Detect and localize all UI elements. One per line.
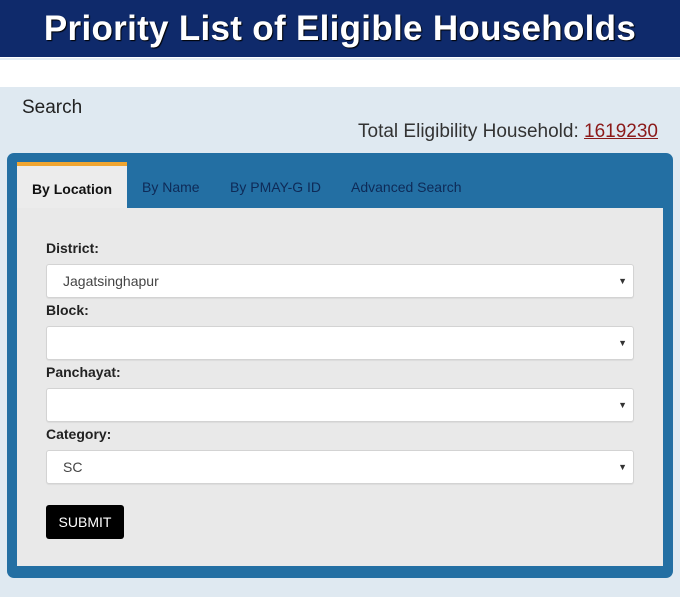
category-selected-value: SC bbox=[63, 459, 83, 475]
chevron-down-icon: ▼ bbox=[618, 462, 627, 472]
block-select[interactable]: ▼ bbox=[46, 326, 634, 360]
page-banner-title: Priority List of Eligible Households bbox=[0, 0, 680, 57]
search-panel: By Location By Name By PMAY-G ID Advance… bbox=[7, 153, 673, 578]
by-location-form: District: Jagatsinghapur ▼ Block: ▼ Panc… bbox=[17, 208, 663, 566]
search-heading: Search bbox=[22, 97, 83, 118]
category-select[interactable]: SC ▼ bbox=[46, 450, 634, 484]
chevron-down-icon: ▼ bbox=[618, 400, 627, 410]
tab-by-pmay-g-id[interactable]: By PMAY-G ID bbox=[230, 162, 321, 208]
panchayat-select[interactable]: ▼ bbox=[46, 388, 634, 422]
district-select[interactable]: Jagatsinghapur ▼ bbox=[46, 264, 634, 298]
banner-divider bbox=[0, 58, 680, 60]
tab-by-name[interactable]: By Name bbox=[142, 162, 200, 208]
chevron-down-icon: ▼ bbox=[618, 276, 627, 286]
tab-by-location[interactable]: By Location bbox=[17, 162, 127, 208]
total-eligibility-label: Total Eligibility Household: bbox=[358, 121, 579, 142]
panchayat-label: Panchayat: bbox=[46, 364, 121, 380]
total-eligibility-link[interactable]: 1619230 bbox=[584, 121, 658, 142]
tab-advanced-search[interactable]: Advanced Search bbox=[351, 162, 462, 208]
district-label: District: bbox=[46, 240, 99, 256]
search-section: Search Total Eligibility Household: 1619… bbox=[0, 87, 680, 597]
search-tabs: By Location By Name By PMAY-G ID Advance… bbox=[17, 162, 663, 208]
category-label: Category: bbox=[46, 426, 112, 442]
district-selected-value: Jagatsinghapur bbox=[63, 273, 159, 289]
block-label: Block: bbox=[46, 302, 89, 318]
submit-button[interactable]: SUBMIT bbox=[46, 505, 124, 539]
total-eligibility: Total Eligibility Household: 1619230 bbox=[358, 121, 658, 143]
chevron-down-icon: ▼ bbox=[618, 338, 627, 348]
